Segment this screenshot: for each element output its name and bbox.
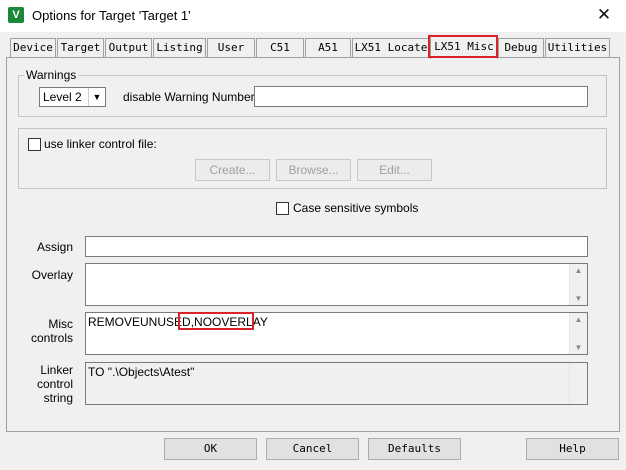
- misc-controls-input[interactable]: REMOVEUNUSED,NOOVERLAY ▲ ▼: [85, 312, 588, 355]
- misc-scrollbar[interactable]: ▲ ▼: [569, 313, 587, 354]
- create-button[interactable]: Create...: [195, 159, 270, 181]
- disable-warnings-label: disable Warning Numbers:: [123, 90, 264, 104]
- disable-warnings-input[interactable]: [254, 86, 588, 107]
- chevron-down-icon: ▼: [88, 88, 105, 106]
- overlay-label: Overlay: [31, 268, 73, 282]
- linker-string-value: TO ".\Objects\Atest": [88, 365, 195, 379]
- case-sensitive-checkbox[interactable]: [276, 202, 289, 215]
- scroll-down-icon[interactable]: ▼: [570, 294, 587, 303]
- assign-input[interactable]: [85, 236, 588, 257]
- active-tab-highlight: [428, 35, 498, 58]
- linker-string-output[interactable]: TO ".\Objects\Atest": [85, 362, 588, 405]
- scroll-down-icon[interactable]: ▼: [570, 343, 587, 352]
- panel-content: Warnings Level 2 ▼ disable Warning Numbe…: [0, 0, 626, 470]
- warning-level-value: Level 2: [43, 90, 82, 104]
- warnings-group-label: Warnings: [24, 68, 79, 82]
- misc-value-removeunused: REMOVEUNUSED: [88, 315, 191, 329]
- use-linker-file-label: use linker control file:: [44, 137, 157, 151]
- use-linker-file-checkbox[interactable]: [28, 138, 41, 151]
- overlay-input[interactable]: ▲ ▼: [85, 263, 588, 306]
- linker-string-label-line2: control: [36, 377, 73, 391]
- linker-string-label-line1: Linker: [40, 363, 73, 377]
- browse-button[interactable]: Browse...: [276, 159, 351, 181]
- assign-label: Assign: [36, 240, 73, 254]
- linker-string-label-line3: string: [43, 391, 73, 405]
- scroll-up-icon[interactable]: ▲: [570, 315, 587, 324]
- overlay-scrollbar[interactable]: ▲ ▼: [569, 264, 587, 305]
- scroll-up-icon[interactable]: ▲: [570, 266, 587, 275]
- case-sensitive-label: Case sensitive symbols: [293, 201, 419, 215]
- misc-controls-label-line2: controls: [30, 331, 73, 345]
- warning-level-select[interactable]: Level 2 ▼: [39, 87, 106, 107]
- edit-button[interactable]: Edit...: [357, 159, 432, 181]
- linker-string-scrollbar[interactable]: [569, 363, 587, 404]
- nooverlay-highlight: [178, 312, 254, 330]
- misc-controls-label-line1: Misc: [48, 317, 73, 331]
